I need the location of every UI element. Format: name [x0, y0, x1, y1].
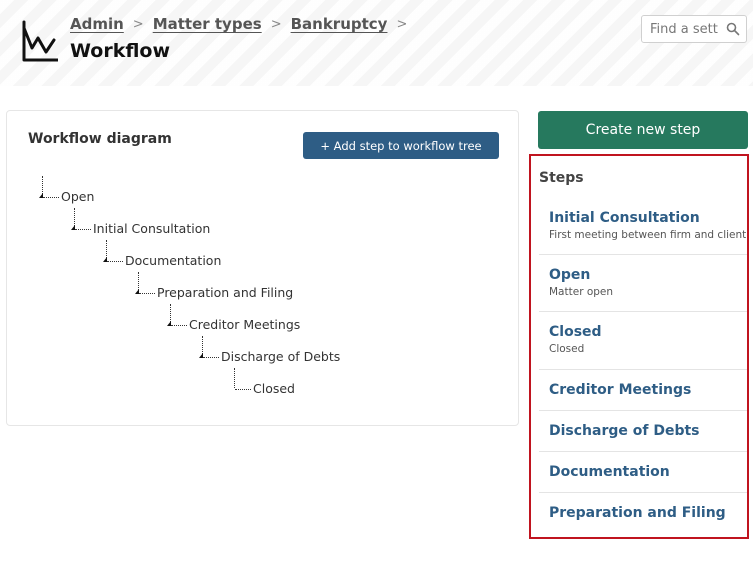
workflow-diagram-card: Workflow diagram + Add step to workflow … — [6, 110, 519, 426]
create-new-step-button[interactable]: Create new step — [538, 111, 748, 149]
step-name[interactable]: Closed — [549, 324, 747, 340]
step-item-documentation[interactable]: Documentation — [539, 452, 747, 493]
tree-connector — [75, 229, 91, 230]
step-name[interactable]: Open — [549, 267, 747, 283]
step-name[interactable]: Preparation and Filing — [549, 505, 747, 521]
tree-connector — [107, 261, 123, 262]
step-name[interactable]: Documentation — [549, 464, 747, 480]
step-description: First meeting between firm and client — [549, 229, 747, 241]
chevron-right-icon: > — [132, 16, 144, 32]
tree-node-label[interactable]: Open — [61, 189, 94, 204]
page-header: Admin > Matter types > Bankruptcy > Work… — [0, 0, 753, 86]
step-name[interactable]: Initial Consultation — [549, 210, 747, 226]
step-item-closed[interactable]: Closed Closed — [539, 312, 747, 370]
tree-node-label[interactable]: Preparation and Filing — [157, 285, 293, 300]
step-item-initial-consultation[interactable]: Initial Consultation First meeting betwe… — [539, 198, 747, 255]
tree-connector — [43, 197, 59, 198]
tree-node-label[interactable]: Initial Consultation — [93, 221, 210, 236]
settings-search — [641, 15, 747, 43]
step-item-preparation-and-filing[interactable]: Preparation and Filing — [539, 493, 747, 534]
step-description: Closed — [549, 343, 585, 355]
tree-connector — [171, 325, 187, 326]
step-item-discharge-of-debts[interactable]: Discharge of Debts — [539, 411, 747, 452]
step-description: Matter open — [549, 286, 614, 298]
step-name[interactable]: Creditor Meetings — [549, 382, 747, 398]
steps-panel: Steps Initial Consultation First meeting… — [529, 154, 749, 539]
tree-node-label[interactable]: Discharge of Debts — [221, 349, 340, 364]
breadcrumb-matter-types[interactable]: Matter types — [153, 15, 262, 33]
tree-connector — [139, 293, 155, 294]
steps-list: Initial Consultation First meeting betwe… — [539, 198, 747, 534]
step-item-creditor-meetings[interactable]: Creditor Meetings — [539, 370, 747, 411]
steps-heading: Steps — [539, 170, 584, 186]
tree-node-label[interactable]: Documentation — [125, 253, 221, 268]
page-title: Workflow — [70, 40, 171, 62]
tree-node-label[interactable]: Creditor Meetings — [189, 317, 300, 332]
search-input[interactable] — [650, 16, 732, 42]
step-name[interactable]: Discharge of Debts — [549, 423, 747, 439]
chevron-right-icon: > — [270, 16, 282, 32]
search-icon[interactable] — [726, 22, 740, 36]
tree-connector — [234, 368, 235, 388]
chevron-right-icon: > — [396, 16, 408, 32]
step-item-open[interactable]: Open Matter open — [539, 255, 747, 312]
tree-connector — [235, 389, 251, 390]
breadcrumb-admin[interactable]: Admin — [70, 15, 124, 33]
breadcrumb-bankruptcy[interactable]: Bankruptcy — [291, 15, 388, 33]
tree-node-label[interactable]: Closed — [253, 381, 295, 396]
tree-connector — [203, 357, 219, 358]
breadcrumb: Admin > Matter types > Bankruptcy > — [70, 15, 416, 33]
workflow-diagram-title: Workflow diagram — [28, 131, 172, 147]
add-step-to-workflow-tree-button[interactable]: + Add step to workflow tree — [303, 132, 499, 159]
line-chart-logo-icon — [22, 20, 58, 62]
